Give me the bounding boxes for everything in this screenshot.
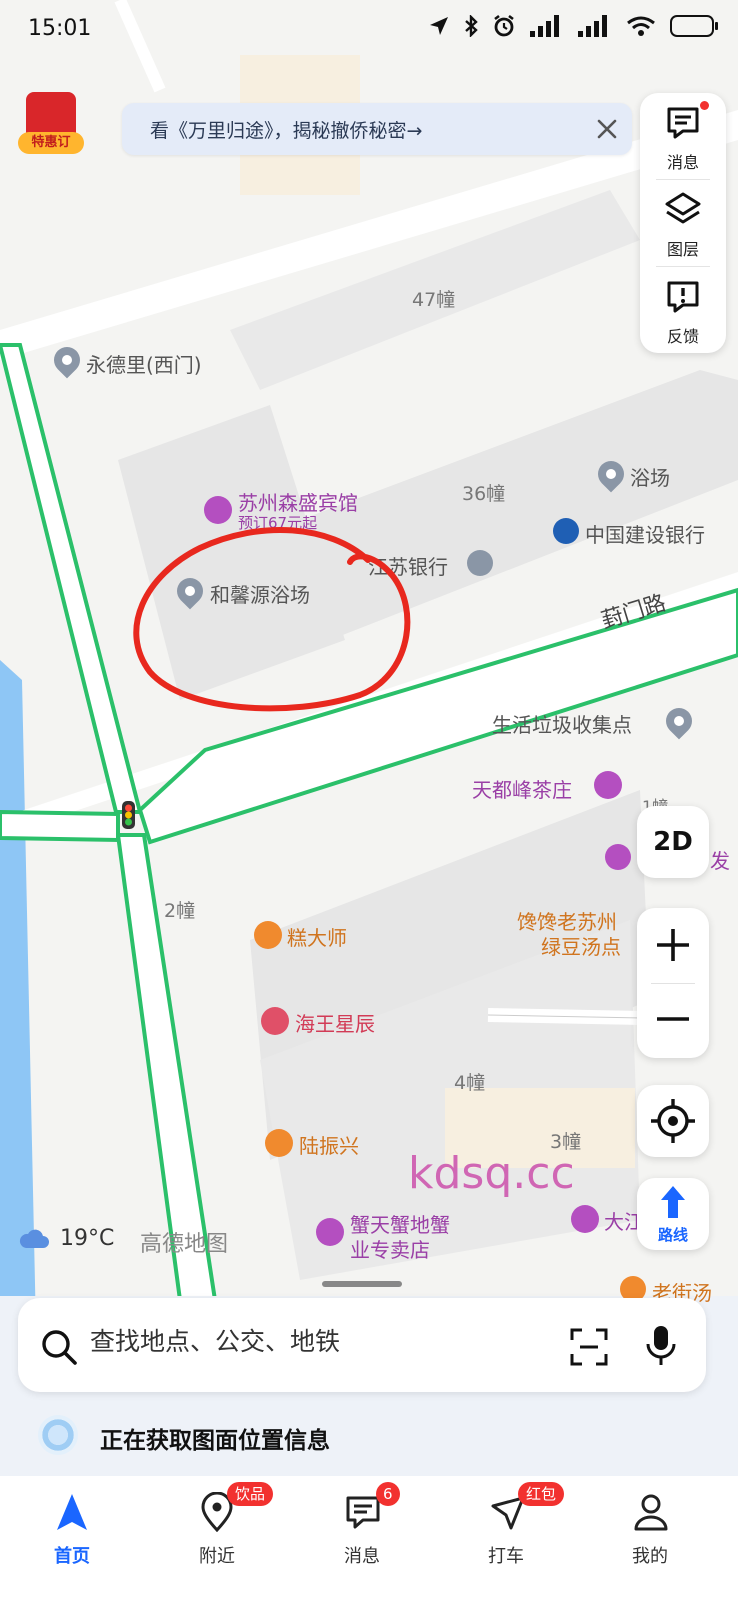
message-icon — [346, 1496, 380, 1529]
signal-icon — [578, 15, 607, 37]
tab-badge: 红包 — [518, 1482, 565, 1506]
promo-badge[interactable]: 特惠订 — [18, 92, 84, 156]
tab-label: 首页 — [54, 1546, 90, 1567]
close-icon[interactable] — [592, 114, 622, 144]
bluetooth-icon — [465, 15, 478, 37]
location-arrow-icon — [430, 17, 448, 35]
messages-label: 消息 — [666, 153, 699, 172]
notification-banner[interactable]: 看《万里归途》，揭秘撤侨秘密→ — [122, 103, 632, 155]
route-label: 路线 — [657, 1226, 688, 1244]
search-bar[interactable] — [18, 1298, 706, 1392]
banner-text[interactable]: 看《万里归途》，揭秘撤侨秘密→ — [150, 116, 422, 143]
weather-temperature: 19°C — [60, 1226, 115, 1251]
layers-icon — [665, 192, 701, 224]
status-bar: 15:01 — [0, 0, 738, 64]
layers-button[interactable]: 图层 — [640, 180, 726, 266]
locate-me-button[interactable] — [637, 1085, 709, 1157]
feedback-label: 反馈 — [666, 327, 699, 346]
zoom-in-button[interactable] — [637, 908, 709, 982]
location-status-row: 正在获取图面位置信息 — [0, 1405, 738, 1465]
layers-label: 图层 — [666, 240, 699, 259]
feedback-button[interactable]: 反馈 — [640, 267, 726, 353]
weather-widget[interactable]: 19°C — [18, 1226, 114, 1251]
message-icon — [667, 107, 699, 139]
promo-tag: 特惠订 — [18, 132, 84, 154]
tab-label: 我的 — [632, 1546, 668, 1567]
feedback-icon — [667, 281, 699, 313]
tab-label: 消息 — [344, 1546, 380, 1567]
sheet-drag-handle[interactable] — [322, 1281, 402, 1287]
route-arrow-icon — [661, 1186, 685, 1218]
plus-icon — [657, 929, 689, 961]
signal-icon — [530, 15, 559, 37]
crosshair-icon — [651, 1099, 695, 1143]
messages-button[interactable]: 消息 — [640, 93, 726, 179]
tab-badge: 6 — [376, 1482, 400, 1506]
user-icon — [634, 1494, 668, 1531]
tab-badge: 饮品 — [227, 1482, 274, 1506]
unread-dot — [700, 101, 709, 110]
search-icon — [42, 1330, 77, 1365]
minus-icon — [657, 1017, 689, 1021]
microphone-icon[interactable] — [644, 1324, 678, 1368]
status-time: 15:01 — [28, 16, 92, 41]
location-status-text: 正在获取图面位置信息 — [100, 1428, 330, 1454]
route-button[interactable]: 路线 — [637, 1178, 709, 1250]
bottom-tab-bar: 首页 饮品 附近 6 消息 红包 打车 我的 — [0, 1476, 738, 1600]
red-circle-annotation — [133, 526, 411, 712]
search-input[interactable] — [88, 1326, 532, 1357]
alarm-icon — [494, 14, 514, 37]
map-side-toolbar: 消息 图层 反馈 — [640, 93, 726, 353]
tab-label: 附近 — [199, 1546, 235, 1567]
tab-profile[interactable]: 我的 — [590, 1476, 710, 1600]
tab-taxi[interactable]: 红包 打车 — [446, 1476, 566, 1600]
tab-label: 打车 — [488, 1546, 524, 1567]
map-canvas[interactable]: 47幢 36幢 2幢 4幢 3幢 1幢 葑门路 永德里(西门) 浴场 苏州森盛宾… — [0, 0, 738, 1330]
wifi-icon — [627, 16, 655, 36]
view-mode-2d-button[interactable]: 2D — [637, 806, 709, 878]
zoom-control — [637, 908, 709, 1058]
status-icons — [428, 14, 718, 38]
navigation-arrow-icon — [57, 1494, 87, 1530]
tab-home[interactable]: 首页 — [12, 1476, 132, 1600]
tab-messages[interactable]: 6 消息 — [302, 1476, 422, 1600]
location-loading-icon — [38, 1415, 78, 1455]
watermark-text: kdsq.cc — [408, 1148, 575, 1199]
scan-icon[interactable] — [570, 1328, 608, 1366]
cloud-icon — [19, 1229, 49, 1248]
tab-nearby[interactable]: 饮品 附近 — [157, 1476, 277, 1600]
battery-icon — [670, 15, 718, 37]
map-brand-logo: 高德地图 — [140, 1232, 229, 1257]
zoom-out-button[interactable] — [637, 984, 709, 1058]
